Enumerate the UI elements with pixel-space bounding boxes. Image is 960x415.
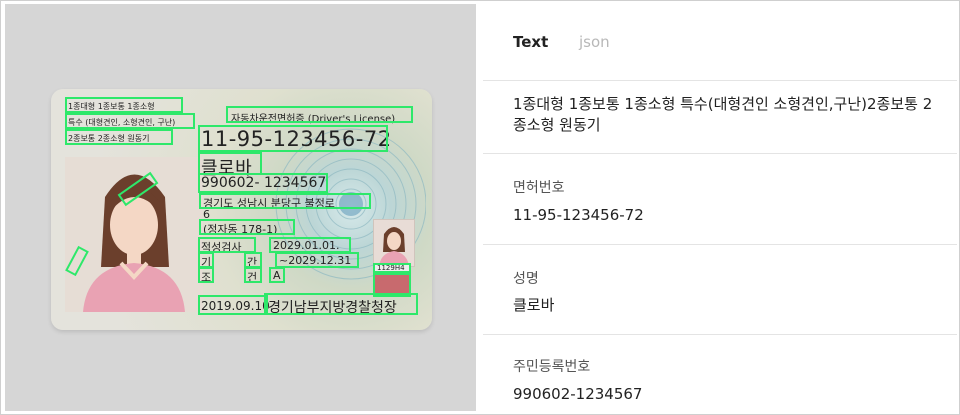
result-tabs: Text json (483, 4, 957, 81)
field-name: 성명 클로바 (483, 244, 957, 335)
portrait-illustration (83, 174, 185, 312)
field-name-value: 클로바 (513, 296, 555, 314)
license-card-image: 1129H4 1종대형 1종보통 1종소형 특수 (대형견인, 소형견인, 구난… (51, 89, 432, 330)
ocr-box-aptitude-date (269, 237, 351, 253)
ocr-box-types-2 (65, 113, 195, 129)
tab-text[interactable]: Text (513, 33, 548, 51)
ocr-box-condition-label-1 (198, 267, 214, 283)
ocr-box-rrn (198, 173, 328, 193)
field-rrn-label: 주민등록번호 (513, 359, 591, 375)
ocr-box-period-value (275, 252, 359, 268)
field-rrn: 주민등록번호 990602-1234567 (483, 334, 957, 411)
field-license-number-label: 면허번호 (513, 180, 565, 196)
field-rrn-value: 990602-1234567 (513, 385, 643, 403)
ocr-box-name (198, 152, 262, 175)
ocr-box-small-code (373, 263, 411, 273)
ocr-box-condition-label-2 (244, 267, 262, 283)
ocr-box-aptitude-label (198, 237, 256, 253)
field-license-number-value: 11-95-123456-72 (513, 206, 644, 224)
ocr-box-issue-date (198, 295, 268, 315)
ocr-box-license-number (198, 125, 388, 152)
ocr-box-address-1 (199, 193, 371, 209)
ocr-box-types-3 (65, 129, 173, 145)
field-license-types-value: 1종대형 1종보통 1종소형 특수(대형견인 소형견인,구난)2종보통 2종소형… (513, 95, 933, 134)
ocr-box-address-3 (199, 219, 295, 235)
ocr-box-types-1 (65, 97, 183, 113)
app-window: 1129H4 1종대형 1종보통 1종소형 특수 (대형견인, 소형견인, 구난… (0, 0, 960, 415)
result-panel: Text json 1종대형 1종보통 1종소형 특수(대형견인 소형견인,구난… (483, 4, 957, 411)
field-name-label: 성명 (513, 271, 539, 287)
field-license-types: 1종대형 1종보통 1종소형 특수(대형견인 소형견인,구난)2종보통 2종소형… (483, 80, 957, 154)
image-preview-panel: 1129H4 1종대형 1종보통 1종소형 특수 (대형견인, 소형견인, 구난… (5, 4, 476, 411)
ocr-box-period-label-2 (244, 252, 262, 268)
tab-json[interactable]: json (579, 33, 610, 51)
small-portrait-photo (373, 219, 415, 267)
portrait-photo (65, 157, 203, 312)
ocr-box-period-label-1 (198, 252, 214, 268)
ocr-box-stamp (373, 273, 411, 297)
ocr-box-title (226, 106, 413, 123)
field-license-number: 면허번호 11-95-123456-72 (483, 153, 957, 245)
ocr-box-condition-value (269, 267, 285, 283)
